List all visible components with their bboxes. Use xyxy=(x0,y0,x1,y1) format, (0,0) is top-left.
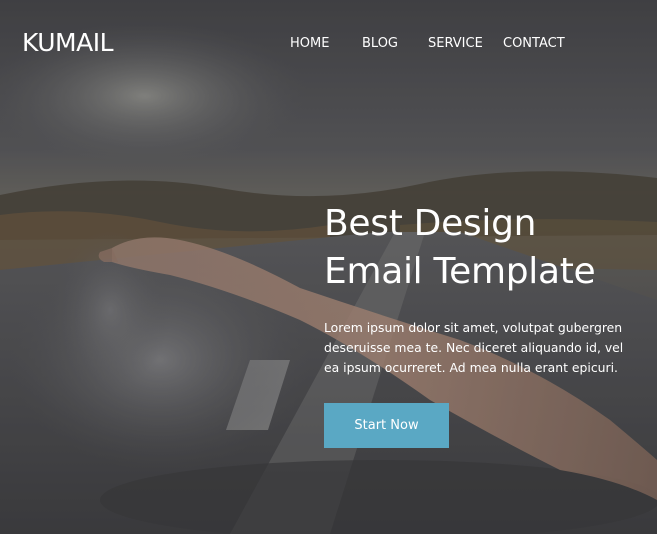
hero-headline: Best Design Email Template xyxy=(324,200,644,296)
hero-description-line-1: Lorem ipsum dolor sit amet, volutpat gub… xyxy=(324,320,623,335)
hero-description-line-2: deseruisse mea te. Nec diceret aliquando… xyxy=(324,340,624,355)
hero-description: Lorem ipsum dolor sit amet, volutpat gub… xyxy=(324,318,624,378)
hero-section: KUMAIL HOME BLOG SERVICE CONTACT Best De… xyxy=(0,0,657,534)
nav-link-service[interactable]: SERVICE xyxy=(428,36,483,52)
main-navigation: HOME BLOG SERVICE CONTACT xyxy=(0,36,657,52)
nav-link-blog[interactable]: BLOG xyxy=(362,36,398,52)
hero-headline-line-1: Best Design xyxy=(324,203,537,244)
nav-link-home[interactable]: HOME xyxy=(290,36,329,52)
nav-link-contact[interactable]: CONTACT xyxy=(503,36,565,52)
hero-description-line-3: ea ipsum ocurreret. Ad mea nulla erant e… xyxy=(324,360,618,375)
start-now-button[interactable]: Start Now xyxy=(324,403,449,448)
hero-headline-line-2: Email Template xyxy=(324,251,596,292)
